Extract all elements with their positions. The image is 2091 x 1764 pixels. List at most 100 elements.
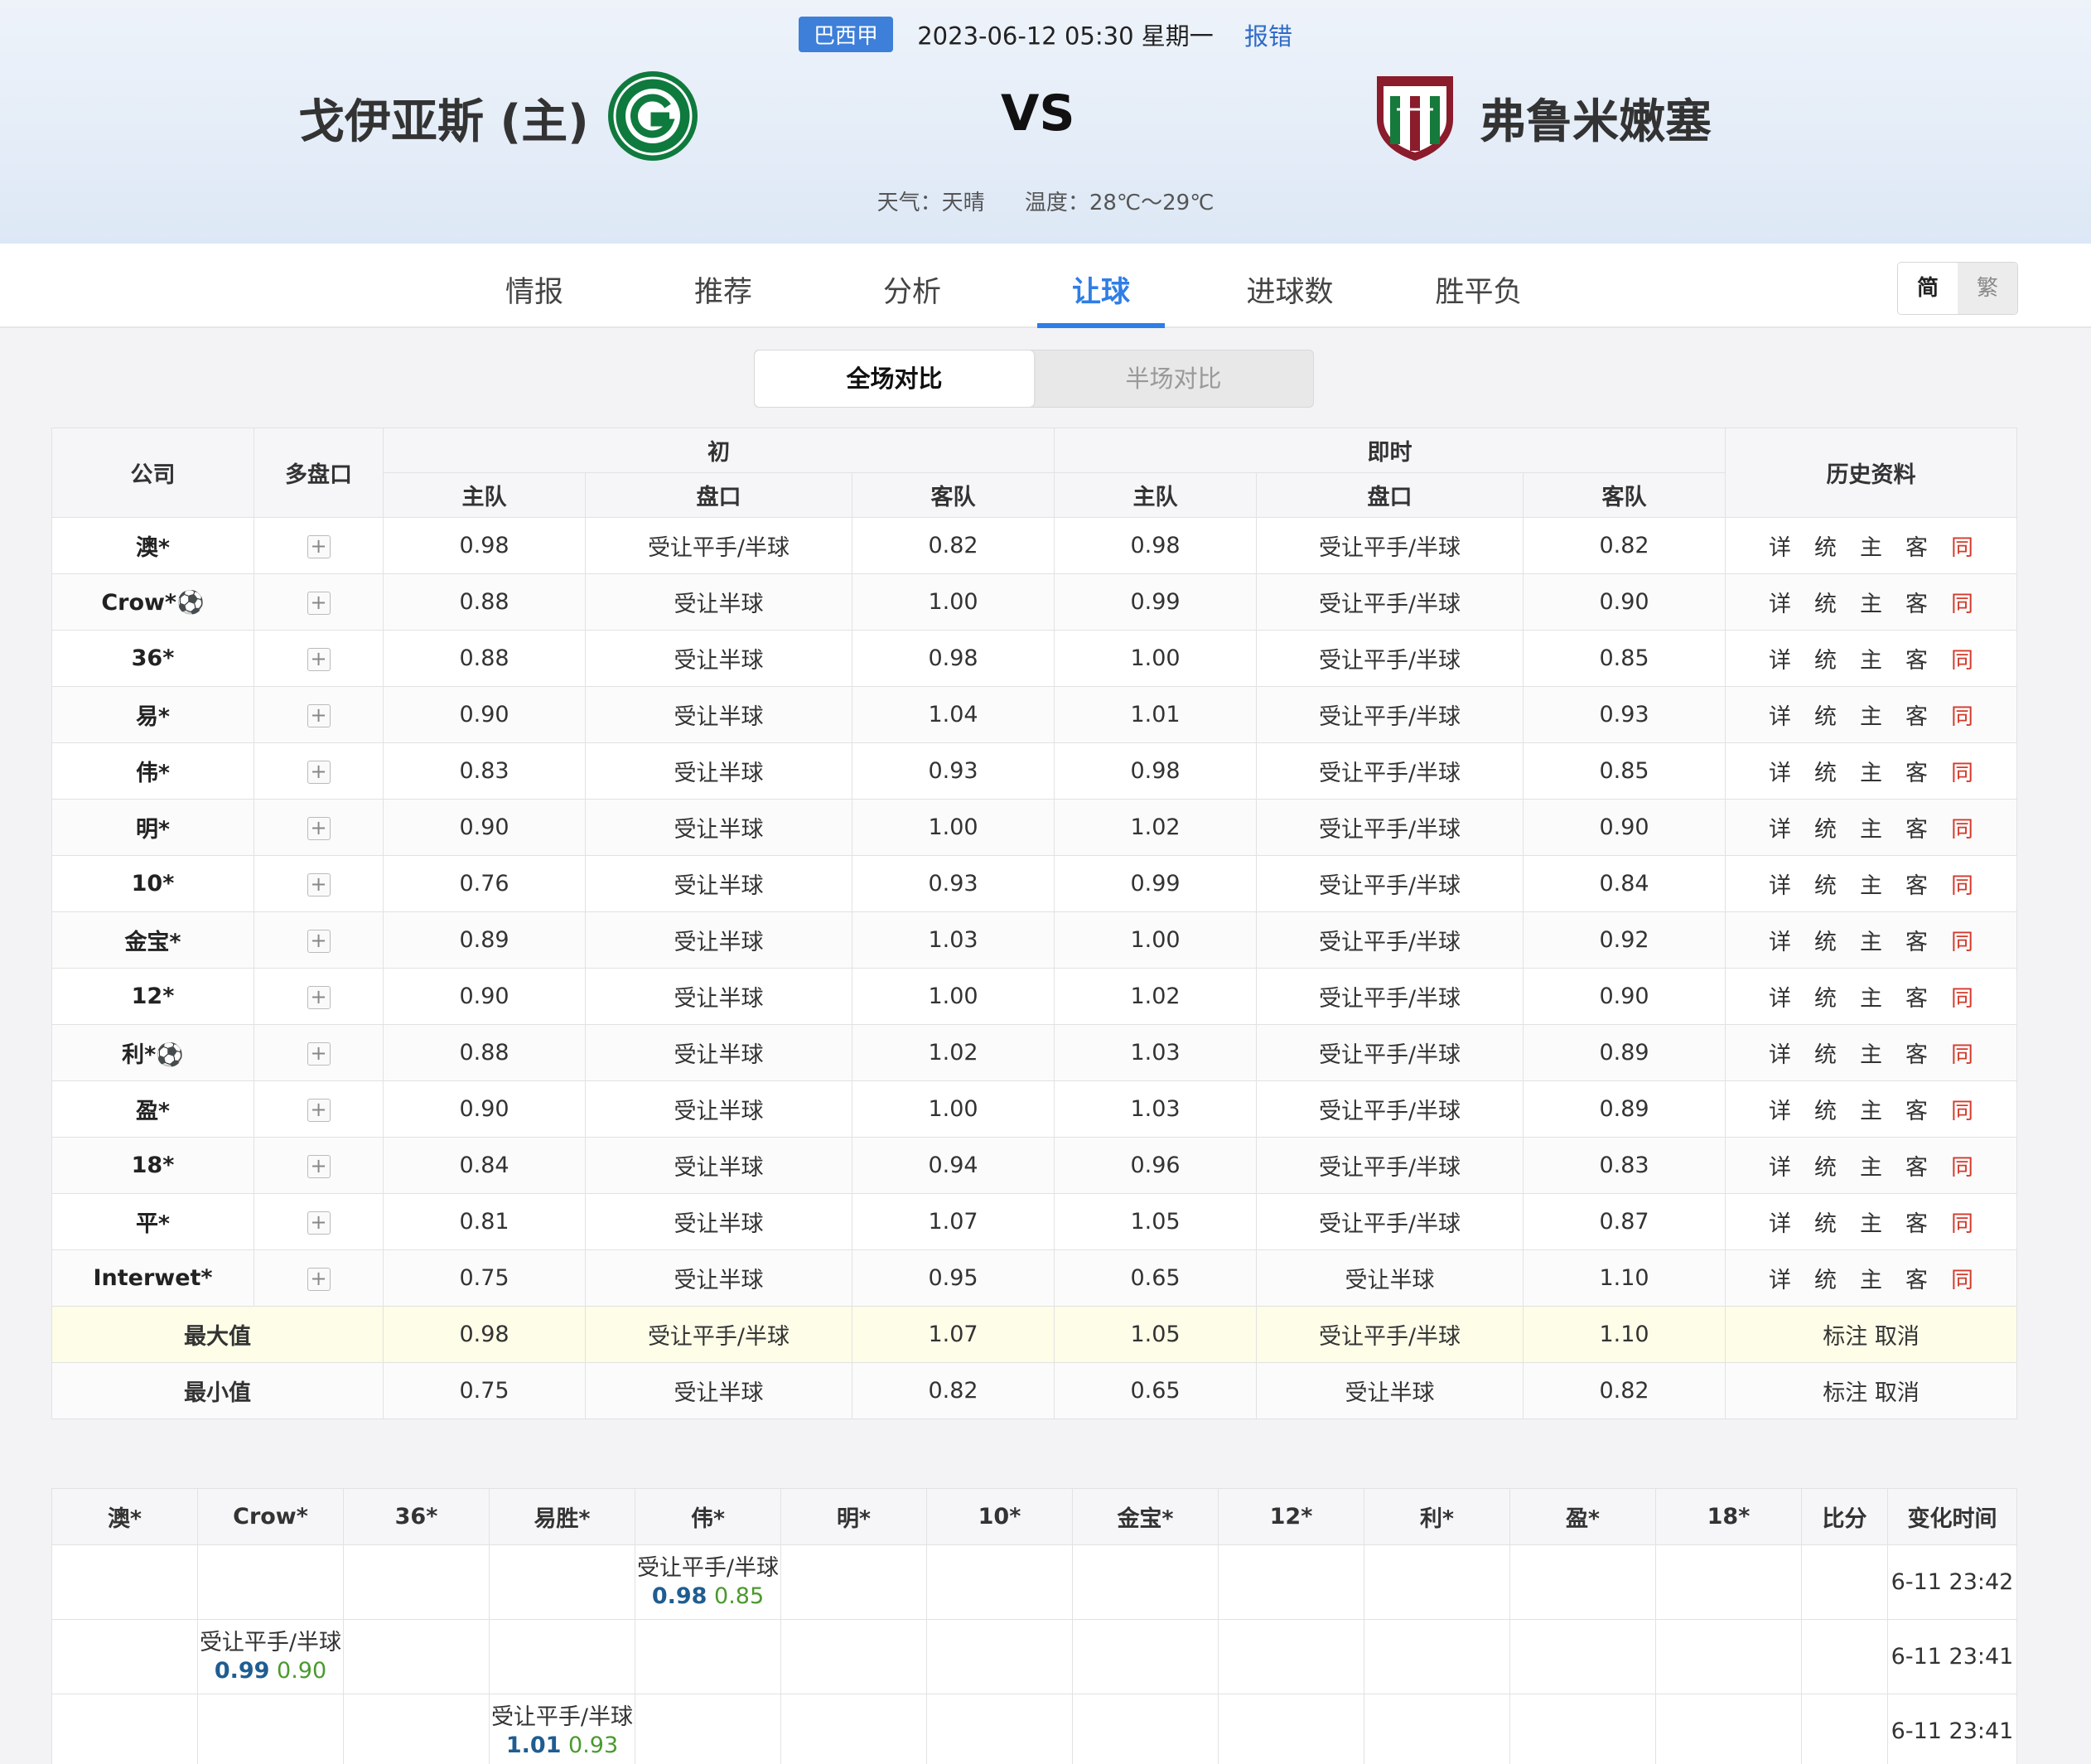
stats-link[interactable]: 统 [1814, 648, 1837, 674]
home-link[interactable]: 主 [1860, 1099, 1882, 1124]
same-link[interactable]: 同 [1951, 761, 1973, 786]
same-link[interactable]: 同 [1951, 592, 1973, 617]
away-link[interactable]: 客 [1905, 704, 1928, 730]
company-name[interactable]: 利*⚽ [51, 1024, 254, 1081]
expand-plus-icon[interactable]: + [307, 873, 331, 896]
home-link[interactable]: 主 [1860, 1042, 1882, 1068]
same-link[interactable]: 同 [1951, 1268, 1973, 1293]
company-name[interactable]: 平* [51, 1193, 254, 1250]
detail-link[interactable]: 详 [1769, 1042, 1791, 1068]
company-name[interactable]: 伟* [51, 742, 254, 800]
away-link[interactable]: 客 [1905, 817, 1928, 843]
stats-link[interactable]: 统 [1814, 817, 1837, 843]
stats-link[interactable]: 统 [1814, 535, 1837, 561]
stats-link[interactable]: 统 [1814, 1211, 1837, 1237]
expand-plus-icon[interactable]: + [307, 1155, 331, 1178]
lang-simplified-button[interactable]: 简 [1898, 263, 1958, 314]
expand-plus-icon[interactable]: + [307, 592, 331, 615]
same-link[interactable]: 同 [1951, 986, 1973, 1012]
same-link[interactable]: 同 [1951, 535, 1973, 561]
expand-plus-icon[interactable]: + [307, 648, 331, 671]
expand-plus-icon[interactable]: + [307, 761, 331, 784]
same-link[interactable]: 同 [1951, 930, 1973, 955]
expand-plus-icon[interactable]: + [307, 1268, 331, 1291]
detail-link[interactable]: 详 [1769, 930, 1791, 955]
stats-link[interactable]: 统 [1814, 592, 1837, 617]
away-link[interactable]: 客 [1905, 1099, 1928, 1124]
same-link[interactable]: 同 [1951, 817, 1973, 843]
home-link[interactable]: 主 [1860, 1155, 1882, 1181]
detail-link[interactable]: 详 [1769, 817, 1791, 843]
stats-link[interactable]: 统 [1814, 704, 1837, 730]
home-link[interactable]: 主 [1860, 761, 1882, 786]
expand-plus-icon[interactable]: + [307, 986, 331, 1009]
detail-link[interactable]: 详 [1769, 535, 1791, 561]
company-name[interactable]: 18* [51, 1137, 254, 1194]
detail-link[interactable]: 详 [1769, 704, 1791, 730]
expand-plus-icon[interactable]: + [307, 1211, 331, 1235]
expand-plus-icon[interactable]: + [307, 930, 331, 953]
company-name[interactable]: Interwet* [51, 1249, 254, 1307]
stats-link[interactable]: 统 [1814, 930, 1837, 955]
detail-link[interactable]: 详 [1769, 873, 1791, 899]
company-name[interactable]: 澳* [51, 517, 254, 574]
company-name[interactable]: 12* [51, 968, 254, 1025]
away-team-logo-icon[interactable] [1372, 68, 1458, 162]
stats-link[interactable]: 统 [1814, 1099, 1837, 1124]
tab-total-goals[interactable]: 进球数 [1226, 268, 1354, 328]
home-link[interactable]: 主 [1860, 873, 1882, 899]
expand-plus-icon[interactable]: + [307, 535, 331, 558]
same-link[interactable]: 同 [1951, 648, 1973, 674]
away-team-name[interactable]: 弗鲁米嫩塞 [1480, 85, 1712, 152]
away-link[interactable]: 客 [1905, 761, 1928, 786]
mark-link[interactable]: 标注 [1823, 1324, 1867, 1350]
lang-traditional-button[interactable]: 繁 [1958, 263, 2017, 314]
away-link[interactable]: 客 [1905, 1211, 1928, 1237]
away-link[interactable]: 客 [1905, 1268, 1928, 1293]
stats-link[interactable]: 统 [1814, 1042, 1837, 1068]
half-match-compare-button[interactable]: 半场对比 [1034, 350, 1313, 407]
detail-link[interactable]: 详 [1769, 648, 1791, 674]
away-link[interactable]: 客 [1905, 648, 1928, 674]
stats-link[interactable]: 统 [1814, 761, 1837, 786]
away-link[interactable]: 客 [1905, 930, 1928, 955]
home-link[interactable]: 主 [1860, 986, 1882, 1012]
same-link[interactable]: 同 [1951, 704, 1973, 730]
company-name[interactable]: 36* [51, 630, 254, 687]
stats-link[interactable]: 统 [1814, 873, 1837, 899]
away-link[interactable]: 客 [1905, 535, 1928, 561]
home-link[interactable]: 主 [1860, 1268, 1882, 1293]
home-link[interactable]: 主 [1860, 930, 1882, 955]
full-match-compare-button[interactable]: 全场对比 [755, 350, 1034, 407]
company-name[interactable]: 10* [51, 855, 254, 912]
detail-link[interactable]: 详 [1769, 761, 1791, 786]
cancel-link[interactable]: 取消 [1875, 1380, 1920, 1406]
home-team-name[interactable]: 戈伊亚斯 (主) [298, 85, 589, 152]
home-team-logo-icon[interactable] [606, 70, 699, 162]
same-link[interactable]: 同 [1951, 1155, 1973, 1181]
detail-link[interactable]: 详 [1769, 592, 1791, 617]
company-name[interactable]: 金宝* [51, 911, 254, 969]
detail-link[interactable]: 详 [1769, 1155, 1791, 1181]
detail-link[interactable]: 详 [1769, 986, 1791, 1012]
same-link[interactable]: 同 [1951, 1211, 1973, 1237]
detail-link[interactable]: 详 [1769, 1099, 1791, 1124]
away-link[interactable]: 客 [1905, 986, 1928, 1012]
home-link[interactable]: 主 [1860, 592, 1882, 617]
away-link[interactable]: 客 [1905, 1042, 1928, 1068]
home-link[interactable]: 主 [1860, 817, 1882, 843]
away-link[interactable]: 客 [1905, 873, 1928, 899]
home-link[interactable]: 主 [1860, 648, 1882, 674]
expand-plus-icon[interactable]: + [307, 1099, 331, 1122]
tab-analysis[interactable]: 分析 [848, 268, 976, 328]
stats-link[interactable]: 统 [1814, 1155, 1837, 1181]
tab-recommend[interactable]: 推荐 [659, 268, 787, 328]
company-name[interactable]: Crow*⚽ [51, 573, 254, 631]
stats-link[interactable]: 统 [1814, 986, 1837, 1012]
league-badge[interactable]: 巴西甲 [798, 17, 893, 52]
home-link[interactable]: 主 [1860, 1211, 1882, 1237]
stats-link[interactable]: 统 [1814, 1268, 1837, 1293]
detail-link[interactable]: 详 [1769, 1268, 1791, 1293]
same-link[interactable]: 同 [1951, 1099, 1973, 1124]
tab-1x2[interactable]: 胜平负 [1415, 268, 1543, 328]
